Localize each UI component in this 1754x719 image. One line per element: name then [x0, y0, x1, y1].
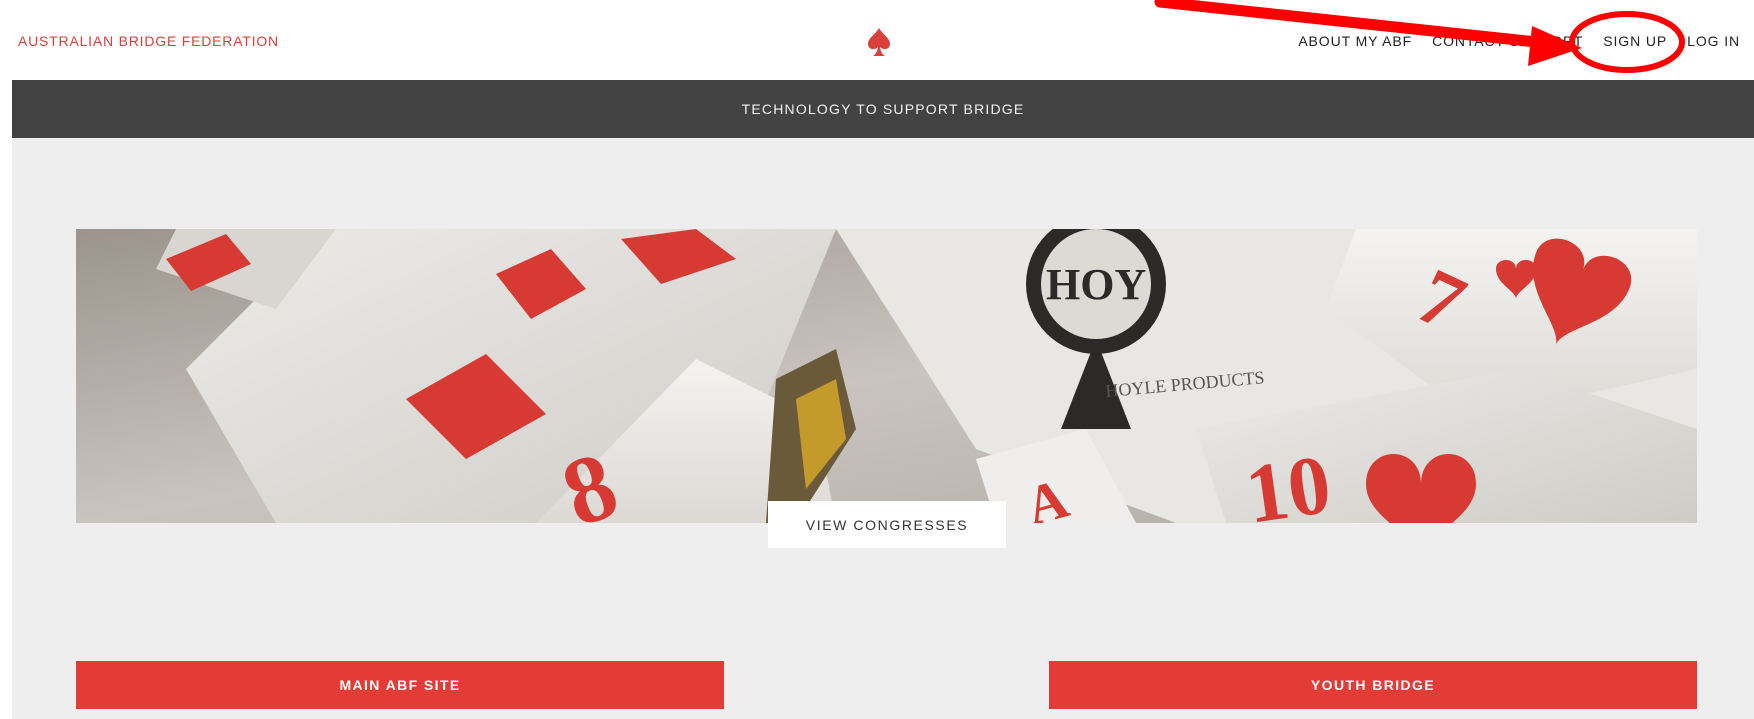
- svg-text:HOY: HOY: [1046, 260, 1146, 309]
- youth-bridge-button[interactable]: YOUTH BRIDGE: [1049, 661, 1697, 709]
- site-header: AUSTRALIAN BRIDGE FEDERATION ABOUT MY AB…: [0, 0, 1754, 80]
- nav-log-in[interactable]: LOG IN: [1687, 33, 1740, 49]
- spade-icon[interactable]: [866, 26, 892, 58]
- playing-cards-illustration: 8 HOY HOYLE PRODUCTS 7 10 A: [76, 229, 1697, 523]
- nav-about-my-abf[interactable]: ABOUT MY ABF: [1298, 33, 1412, 49]
- hero-image: 8 HOY HOYLE PRODUCTS 7 10 A: [76, 229, 1697, 523]
- page: AUSTRALIAN BRIDGE FEDERATION ABOUT MY AB…: [0, 0, 1754, 719]
- main-abf-site-button[interactable]: MAIN ABF SITE: [76, 661, 724, 709]
- brand-link[interactable]: AUSTRALIAN BRIDGE FEDERATION: [18, 33, 279, 49]
- nav-sign-up[interactable]: SIGN UP: [1603, 33, 1667, 49]
- tagline-text: TECHNOLOGY TO SUPPORT BRIDGE: [741, 101, 1025, 117]
- view-congresses-button[interactable]: VIEW CONGRESSES: [768, 501, 1006, 548]
- nav-contact-support[interactable]: CONTACT SUPPORT: [1432, 33, 1583, 49]
- svg-text:10: 10: [1240, 438, 1336, 523]
- tagline-band: TECHNOLOGY TO SUPPORT BRIDGE: [12, 80, 1754, 138]
- top-nav: ABOUT MY ABF CONTACT SUPPORT SIGN UP LOG…: [1278, 33, 1740, 49]
